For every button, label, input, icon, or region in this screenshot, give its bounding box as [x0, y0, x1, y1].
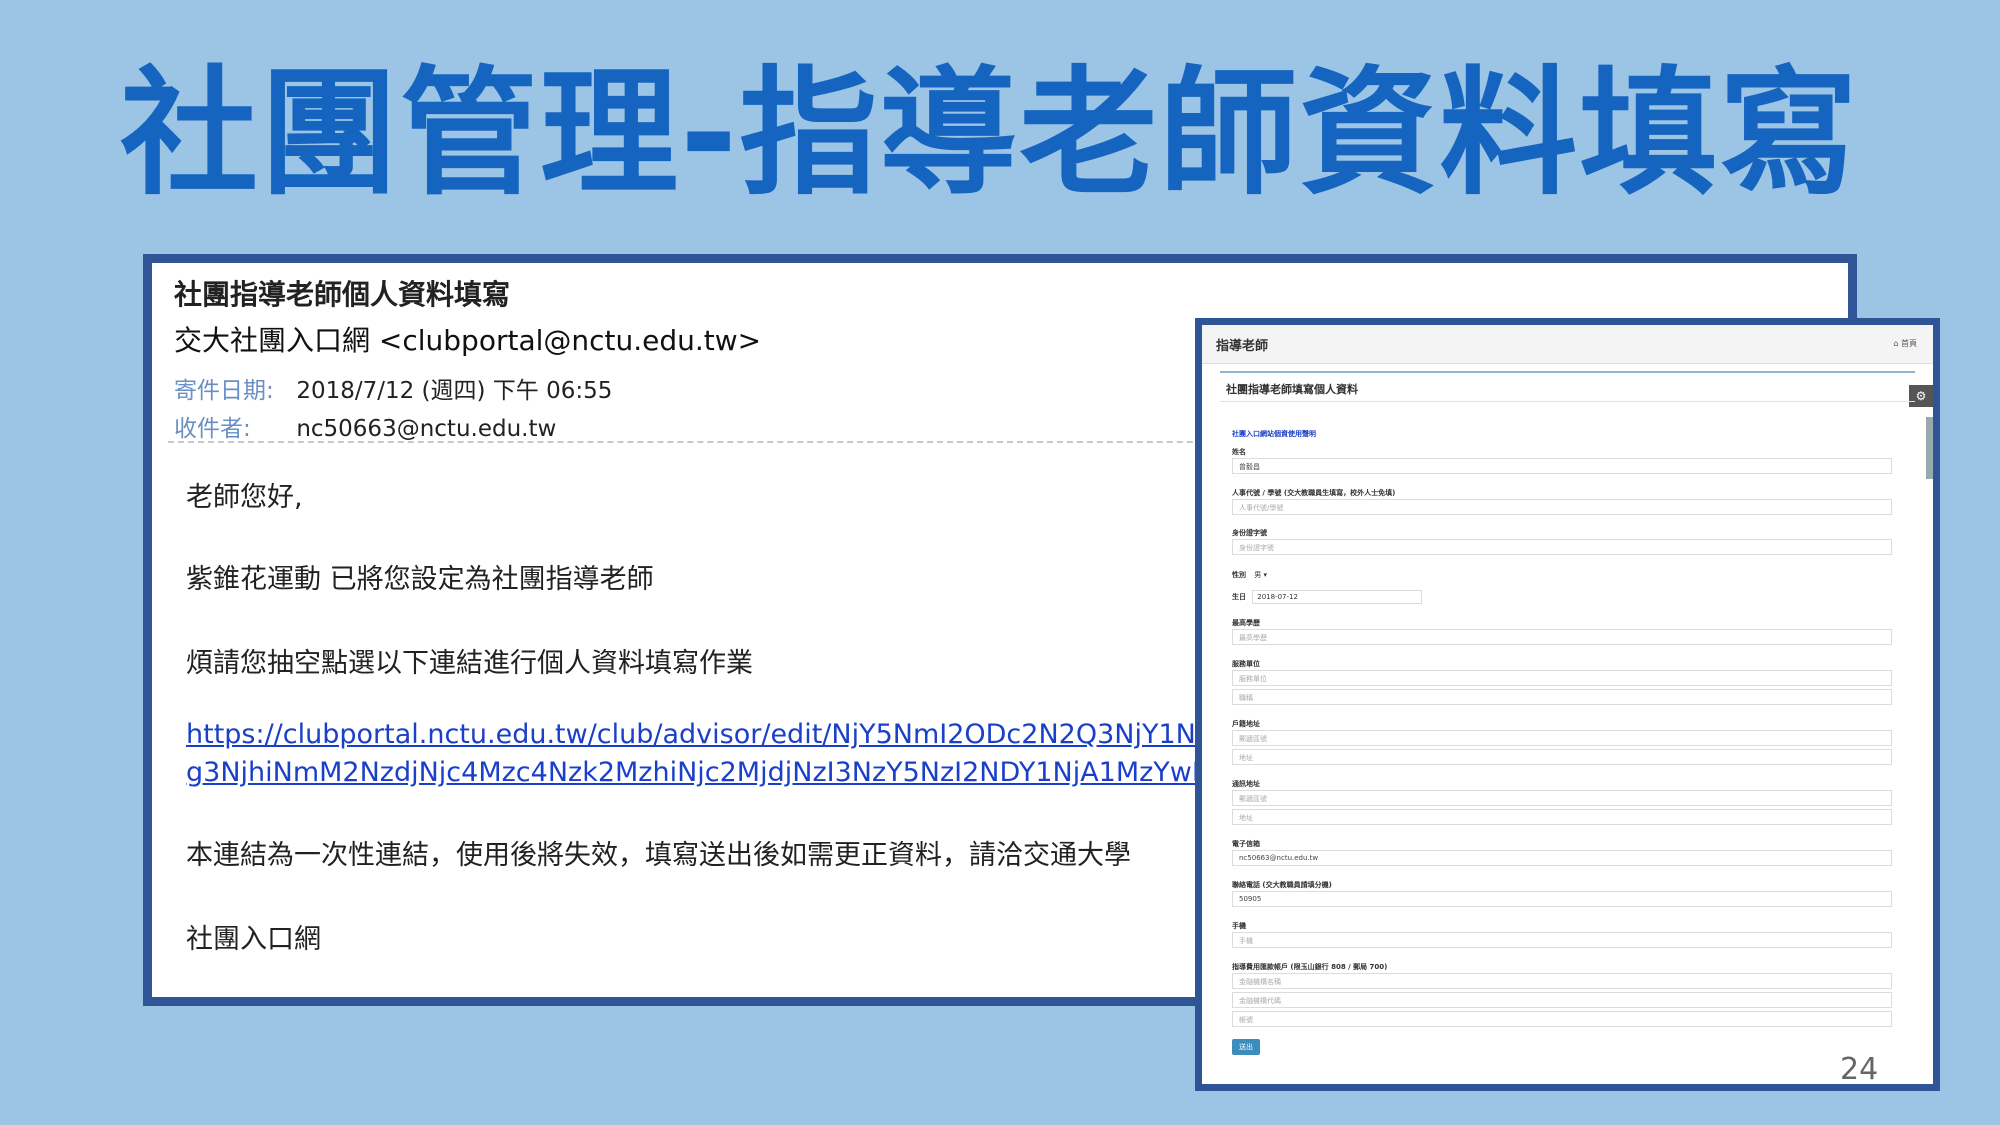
advisor-edit-link-continued[interactable]: g3NjhiNmM2NzdjNjc4Mzc4Nzk2MzhiNjc2MjdjNz… [186, 757, 1324, 788]
name-input[interactable]: 曾毅昌 [1232, 458, 1892, 474]
bank-name-input[interactable]: 金融機構名稱 [1232, 973, 1892, 989]
recipient-row: 收件者: nc50663@nctu.edu.tw [174, 409, 556, 443]
home-link-label: 首頁 [1901, 339, 1917, 348]
form-header-bar: 指導老師 ⌂ 首頁 [1202, 325, 1933, 364]
form-card-title: 社團指導老師填寫個人資料 [1226, 383, 1358, 396]
mailing-zip-input[interactable]: 郵遞區號 [1232, 790, 1892, 806]
submit-button[interactable]: 送出 [1232, 1039, 1260, 1055]
phone-label: 聯絡電話 (交大教職員請填分機) [1232, 881, 1332, 889]
employer-input[interactable]: 服務單位 [1232, 670, 1892, 686]
domicile-zip-input[interactable]: 郵遞區號 [1232, 730, 1892, 746]
recipient-value: nc50663@nctu.edu.tw [296, 416, 557, 442]
domicile-address-input[interactable]: 地址 [1232, 749, 1892, 765]
phone-input[interactable]: 50905 [1232, 891, 1892, 907]
email-label: 電子信箱 [1232, 840, 1260, 848]
gender-row: 性別 男 ▾ [1232, 570, 1267, 580]
advisor-edit-link[interactable]: https://clubportal.nctu.edu.tw/club/advi… [186, 719, 1302, 750]
staff-id-input[interactable]: 人事代號/學號 [1232, 499, 1892, 515]
sent-date-row: 寄件日期: 2018/7/12 (週四) 下午 06:55 [174, 371, 612, 405]
slide-title: 社團管理-指導老師資料填寫 [120, 53, 1860, 214]
email-subject: 社團指導老師個人資料填寫 [174, 278, 511, 311]
page-number: 24 [1840, 1052, 1879, 1087]
email-sender: 交大社團入口網 <clubportal@nctu.edu.tw> [174, 324, 762, 357]
home-icon: ⌂ [1893, 339, 1899, 348]
form-header-title: 指導老師 [1216, 339, 1269, 354]
advisor-form-panel: 指導老師 ⌂ 首頁 ⚙ 社團指導老師填寫個人資料 社團入口網站個資使用聲明 姓名… [1195, 318, 1940, 1091]
mobile-label: 手機 [1232, 922, 1246, 930]
birthday-input[interactable]: 2018-07-12 [1252, 590, 1423, 604]
gender-select[interactable]: 男 ▾ [1254, 570, 1267, 580]
job-title-input[interactable]: 職稱 [1232, 689, 1892, 705]
name-label: 姓名 [1232, 448, 1246, 456]
staff-id-label: 人事代號 / 學號 (交大教職員生填寫，校外人士免填) [1232, 489, 1396, 497]
domicile-address-label: 戶籍地址 [1232, 720, 1260, 728]
scrollbar[interactable] [1926, 417, 1933, 479]
email-input[interactable]: nc50663@nctu.edu.tw [1232, 850, 1892, 866]
privacy-notice-link[interactable]: 社團入口網站個資使用聲明 [1232, 429, 1316, 439]
email-signature: 社團入口網 [186, 924, 321, 955]
bank-code-input[interactable]: 金融機構代碼 [1232, 992, 1892, 1008]
mailing-address-input[interactable]: 地址 [1232, 809, 1892, 825]
email-line-notice: 本連結為一次性連結，使用後將失效，填寫送出後如需更正資料，請洽交通大學 [186, 840, 1131, 871]
mobile-input[interactable]: 手機 [1232, 932, 1892, 948]
home-link[interactable]: ⌂ 首頁 [1893, 338, 1917, 349]
recipient-label: 收件者: [174, 416, 251, 442]
email-line-request: 煩請您抽空點選以下連結進行個人資料填寫作業 [186, 648, 753, 679]
gender-label: 性別 [1232, 571, 1246, 579]
mailing-address-label: 通訊地址 [1232, 780, 1260, 788]
birthday-label: 生日 [1232, 593, 1246, 601]
form-card-divider [1220, 401, 1915, 402]
national-id-label: 身份證字號 [1232, 529, 1267, 537]
email-line-assignment: 紫錐花運動 已將您設定為社團指導老師 [186, 564, 654, 595]
national-id-input[interactable]: 身份證字號 [1232, 539, 1892, 555]
sent-date-value: 2018/7/12 (週四) 下午 06:55 [296, 378, 613, 404]
education-label: 最高學歷 [1232, 619, 1260, 627]
sent-date-label: 寄件日期: [174, 378, 274, 404]
email-greeting: 老師您好, [186, 482, 303, 513]
education-input[interactable]: 最高學歷 [1232, 629, 1892, 645]
birthday-row: 生日 2018-07-12 [1232, 590, 1423, 604]
bank-account-label: 指導費用匯款帳戶 (限玉山銀行 808 / 郵局 700) [1232, 963, 1388, 971]
account-number-input[interactable]: 帳號 [1232, 1011, 1892, 1027]
employer-label: 服務單位 [1232, 660, 1260, 668]
